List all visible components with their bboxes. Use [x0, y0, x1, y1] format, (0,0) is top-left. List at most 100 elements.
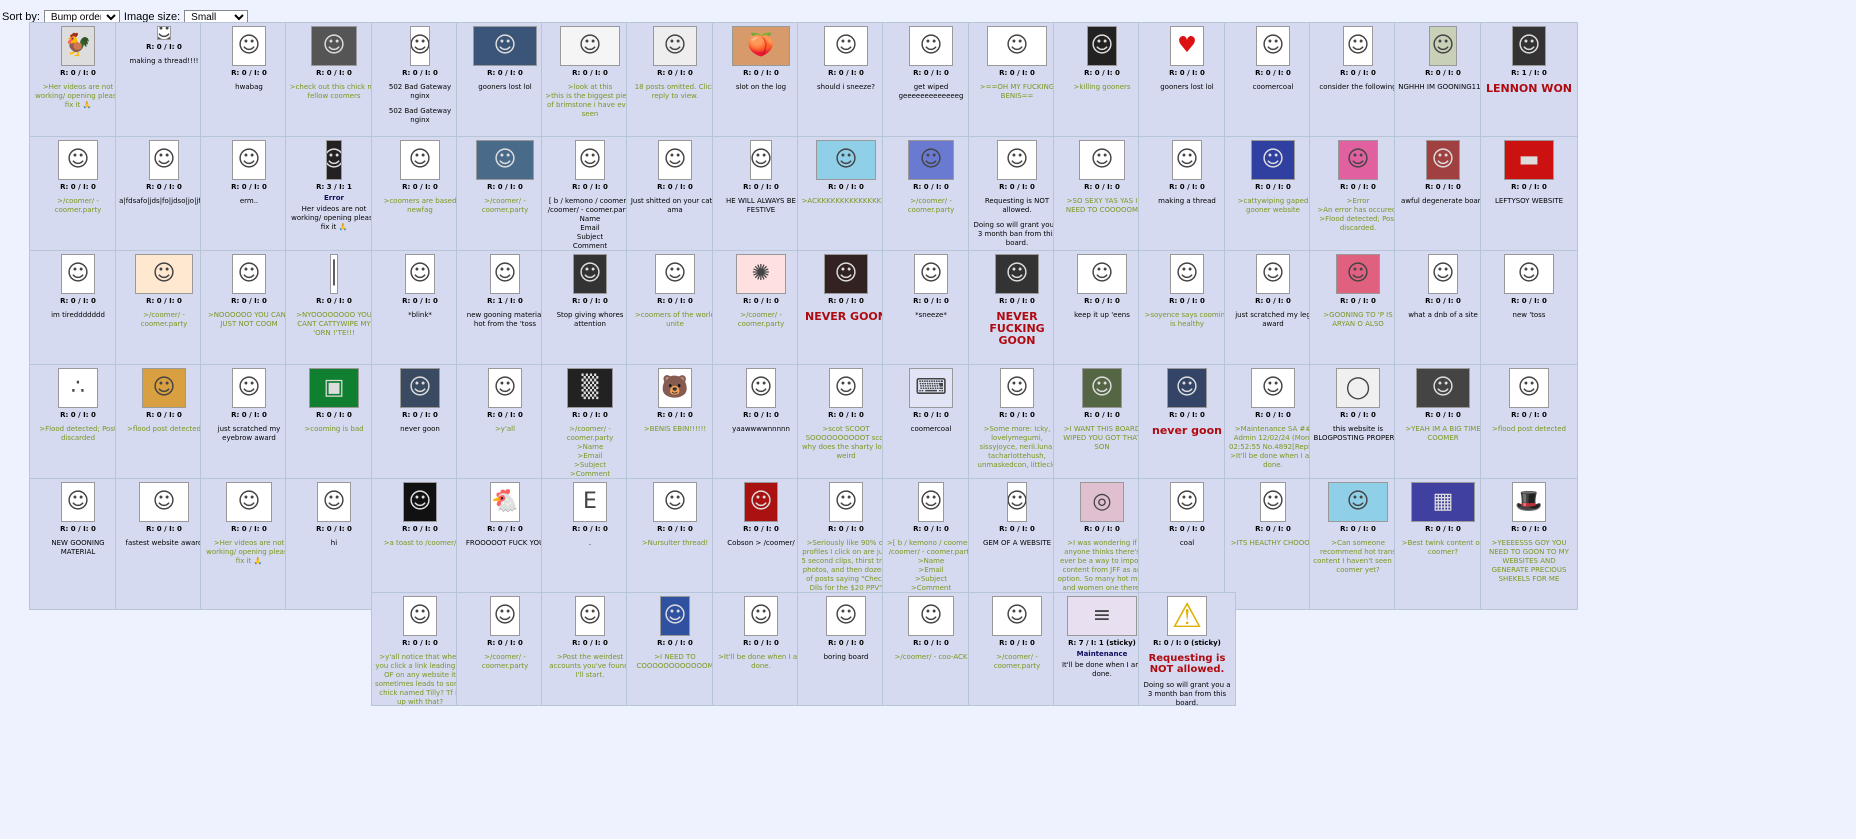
- thread-thumbnail[interactable]: ☺: [1256, 26, 1290, 66]
- thread-thumbnail[interactable]: ☺: [61, 254, 95, 294]
- thread-thumbnail[interactable]: ✺: [736, 254, 786, 294]
- thread-thumbnail[interactable]: ☺: [232, 254, 266, 294]
- thread-thumbnail[interactable]: ☺: [908, 596, 954, 636]
- catalog-thread[interactable]: ☺ R: 0 / I: 0 just scratched my leg award: [1224, 250, 1322, 382]
- thread-thumbnail[interactable]: ☺: [816, 140, 876, 180]
- catalog-thread[interactable]: ☺ R: 0 / I: 0 >/coomer/ - coomer.party: [115, 250, 213, 382]
- catalog-thread[interactable]: ☺ R: 0 / I: 0 >soyence says cooming is hea…: [1138, 250, 1236, 382]
- thread-thumbnail[interactable]: ☺: [744, 596, 778, 636]
- catalog-thread[interactable]: ≡ R: 7 / I: 1 (sticky) Maintenance It'll be…: [1053, 592, 1151, 706]
- catalog-thread[interactable]: ☺ R: 0 / I: 0 >/coomer/ - coomer.party: [968, 592, 1066, 706]
- thread-thumbnail[interactable]: ☺: [909, 26, 953, 66]
- catalog-thread[interactable]: ☺ R: 0 / I: 0 18 posts omitted. Click repl…: [626, 22, 724, 154]
- thread-thumbnail[interactable]: ⚠: [1167, 596, 1207, 636]
- catalog-thread[interactable]: ☺ R: 0 / I: 0 Stop giving whores attention: [541, 250, 639, 382]
- catalog-thread[interactable]: ☺ R: 0 / I: 0 >/coomer/ - coomer.party: [882, 136, 980, 268]
- catalog-thread[interactable]: ☺ R: 0 / I: 0 >flood post detected: [1480, 364, 1578, 496]
- thread-thumbnail[interactable]: ☺: [232, 26, 266, 66]
- catalog-thread[interactable]: ☺ R: 0 / I: 0 >/coomer/ - coomer.party: [456, 136, 554, 268]
- catalog-thread[interactable]: ☺ R: 0 / I: 0 >Some more: Icky, lovelymegu…: [968, 364, 1066, 496]
- thread-thumbnail[interactable]: ☺: [997, 140, 1037, 180]
- thread-thumbnail[interactable]: ☺: [232, 140, 266, 180]
- catalog-thread[interactable]: ☺ R: 0 / I: 0 >scot SCOOT SOOOOOOOOOOT sco…: [797, 364, 895, 496]
- thread-thumbnail[interactable]: ☺: [658, 140, 692, 180]
- catalog-thread[interactable]: 🎩 R: 0 / I: 0 >YEEEESSS GOY YOU NEED TO GO…: [1480, 478, 1578, 610]
- thread-thumbnail[interactable]: ▦: [1411, 482, 1475, 522]
- thread-thumbnail[interactable]: ☺: [139, 482, 189, 522]
- catalog-thread[interactable]: ☺ R: 0 / I: 0 get wiped geeeeeeeeeeeeeg: [882, 22, 980, 154]
- catalog-thread[interactable]: ☺ R: 0 / I: 0 >y'all notice that when you …: [371, 592, 469, 706]
- catalog-thread[interactable]: ☺ R: 0 / I: 0 Cobson > /coomer/: [712, 478, 810, 610]
- thread-thumbnail[interactable]: ☺: [1251, 368, 1295, 408]
- catalog-thread[interactable]: ☺ R: 0 / I: 0 [ b / kemono / coomer ] /coo…: [541, 136, 639, 268]
- catalog-thread[interactable]: ☺ R: 0 / I: 0 new 'toss: [1480, 250, 1578, 382]
- catalog-thread[interactable]: ☺ R: 0 / I: 0 just scratched my eyebrow aw…: [200, 364, 298, 496]
- thread-thumbnail[interactable]: ☺: [135, 254, 193, 294]
- catalog-thread[interactable]: ☺ R: 0 / I: 0 >SO SEXY YAS YAS I NEED TO C…: [1053, 136, 1151, 268]
- catalog-thread[interactable]: ☺ R: 0 / I: 0 hwabag: [200, 22, 298, 154]
- thread-thumbnail[interactable]: ☺: [326, 140, 342, 180]
- catalog-thread[interactable]: ☺ R: 0 / I: 0 >/coomer/ - coomer.party: [456, 592, 554, 706]
- thread-thumbnail[interactable]: ☺: [1343, 26, 1373, 66]
- thread-thumbnail[interactable]: ☺: [317, 482, 351, 522]
- catalog-thread[interactable]: ⚠ R: 0 / I: 0 (sticky) Requesting is NOT a…: [1138, 592, 1236, 706]
- catalog-thread[interactable]: ☺ R: 0 / I: 0 >coomers of the world unite: [626, 250, 724, 382]
- catalog-thread[interactable]: ☺ R: 0 / I: 0 making a thread: [1138, 136, 1236, 268]
- thread-thumbnail[interactable]: ☺: [1256, 254, 1290, 294]
- thread-thumbnail[interactable]: ☺: [660, 596, 690, 636]
- catalog-thread[interactable]: ☺ R: 0 / I: 0 HE WILL ALWAYS BE FESTIVE: [712, 136, 810, 268]
- catalog-thread[interactable]: ☺ R: 0 / I: 0 NGHHH IM GOONING11!1: [1394, 22, 1492, 154]
- catalog-thread[interactable]: 🐻 R: 0 / I: 0 >BENIS EBIN!!!!!!: [626, 364, 724, 496]
- thread-thumbnail[interactable]: ☺: [653, 26, 697, 66]
- thread-thumbnail[interactable]: ☺: [490, 596, 520, 636]
- catalog-thread[interactable]: ☺R: 0 / I: 0502 Bad Gatewaynginx502 Bad …: [371, 22, 469, 154]
- thread-thumbnail[interactable]: ☺: [157, 26, 171, 40]
- catalog-thread[interactable]: ☺ R: 0 / I: 0 >a toast to /coomer/: [371, 478, 469, 610]
- catalog-thread[interactable]: ⌨ R: 0 / I: 0 coomercoal: [882, 364, 980, 496]
- catalog-thread[interactable]: 🍑 R: 0 / I: 0 slot on the log: [712, 22, 810, 154]
- catalog-thread[interactable]: ☺ R: 0 / I: 0 a|fdsafo|jds|fo|jdso|jo|jfds: [115, 136, 213, 268]
- catalog-thread[interactable]: │ R: 0 / I: 0 >NYOOOOOOOO YOU CANT CATTYWI…: [285, 250, 383, 382]
- thread-thumbnail[interactable]: ∴: [58, 368, 98, 408]
- thread-thumbnail[interactable]: ≡: [1067, 596, 1137, 636]
- catalog-thread[interactable]: ☺ R: 0 / I: 0 consider the following: [1309, 22, 1407, 154]
- thread-thumbnail[interactable]: ☺: [824, 26, 868, 66]
- catalog-thread[interactable]: ☺ R: 0 / I: 0 >ITS HEALTHY CHOOOD: [1224, 478, 1322, 610]
- thread-thumbnail[interactable]: ☺: [1170, 482, 1204, 522]
- thread-thumbnail[interactable]: ☺: [1082, 368, 1122, 408]
- catalog-thread[interactable]: ☺ R: 1 / I: 0 new gooning material hot fro…: [456, 250, 554, 382]
- thread-thumbnail[interactable]: 🎩: [1512, 482, 1546, 522]
- catalog-thread[interactable]: ☺ R: 0 / I: 0 im tireddddddd: [29, 250, 127, 382]
- catalog-thread[interactable]: ☺ R: 0 / I: 0 Just shitted on your catty a…: [626, 136, 724, 268]
- thread-thumbnail[interactable]: ☺: [473, 26, 537, 66]
- thread-thumbnail[interactable]: ☺: [914, 254, 948, 294]
- thread-thumbnail[interactable]: ☺: [1428, 254, 1458, 294]
- thread-thumbnail[interactable]: ☺: [829, 482, 863, 522]
- catalog-thread[interactable]: ▦ R: 0 / I: 0 >Best twink content on coome…: [1394, 478, 1492, 610]
- catalog-thread[interactable]: ☺ R: 0 / I: 0 >check out this chick my fel…: [285, 22, 383, 154]
- thread-thumbnail[interactable]: 🐻: [658, 368, 692, 408]
- thread-thumbnail[interactable]: ☺: [1336, 254, 1380, 294]
- thread-thumbnail[interactable]: ☺: [410, 26, 430, 66]
- catalog-thread[interactable]: ☺ R: 0 / I: 0 >flood post detected: [115, 364, 213, 496]
- thread-thumbnail[interactable]: ☺: [142, 368, 186, 408]
- thread-thumbnail[interactable]: ☺: [1172, 140, 1202, 180]
- catalog-thread[interactable]: ☺ R: 0 / I: 0 never goon: [1138, 364, 1236, 496]
- catalog-thread[interactable]: ☺ R: 0 / I: 0 GEM OF A WEBSITE: [968, 478, 1066, 610]
- catalog-thread[interactable]: ☺ R: 0 / I: 0 boring board: [797, 592, 895, 706]
- thread-thumbnail[interactable]: ☺: [61, 482, 95, 522]
- catalog-thread[interactable]: ☺ R: 0 / I: 0 fastest website award: [115, 478, 213, 610]
- thread-thumbnail[interactable]: ☺: [995, 254, 1039, 294]
- catalog-thread[interactable]: ☺ R: 0 / I: 0 >NOOOOOO YOU CANT JUST NOT C…: [200, 250, 298, 382]
- catalog-thread[interactable]: ☺ R: 0 / I: 0 >y'all: [456, 364, 554, 496]
- thread-thumbnail[interactable]: 🍑: [732, 26, 790, 66]
- catalog-thread[interactable]: ☺ R: 0 / I: 0 yaawwwwnnnnn: [712, 364, 810, 496]
- thread-thumbnail[interactable]: ☺: [1426, 140, 1460, 180]
- catalog-thread[interactable]: ☺ R: 0 / I: 0 awful degenerate board: [1394, 136, 1492, 268]
- catalog-thread[interactable]: ☺ R: 0 / I: 0 should i sneeze?: [797, 22, 895, 154]
- catalog-thread[interactable]: ◎ R: 0 / I: 0 >I was wondering if anyone t…: [1053, 478, 1151, 610]
- thread-thumbnail[interactable]: ☺: [58, 140, 98, 180]
- thread-thumbnail[interactable]: ☺: [490, 254, 520, 294]
- thread-thumbnail[interactable]: ☺: [405, 254, 435, 294]
- thread-thumbnail[interactable]: ▬: [1504, 140, 1554, 180]
